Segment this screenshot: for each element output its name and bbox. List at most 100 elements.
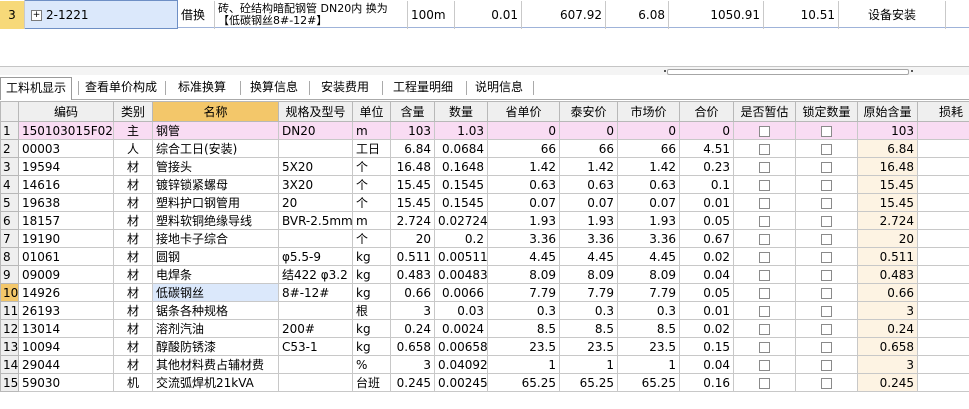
provisional-checkbox[interactable]: [759, 287, 770, 299]
lock-qty-checkbox[interactable]: [821, 287, 832, 299]
cell-taian-price[interactable]: 3.36: [559, 229, 618, 248]
tab-labor-material-machine[interactable]: 工料机显示: [0, 77, 72, 100]
cell-quantity[interactable]: 0.00245: [434, 373, 488, 392]
cell-code[interactable]: 01061: [18, 247, 114, 266]
cell-name[interactable]: 低碳钢丝: [152, 283, 279, 302]
cell-name[interactable]: 溶剂汽油: [152, 319, 279, 338]
lock-qty-checkbox[interactable]: [821, 215, 832, 227]
table-row[interactable]: 618157材塑料软铜绝缘导线BVR-2.5mm2m2.7240.027241.…: [0, 211, 969, 230]
expand-icon[interactable]: +: [31, 9, 42, 21]
cell-name[interactable]: 塑料软铜绝缘导线: [152, 211, 279, 230]
cell-unit[interactable]: kg: [352, 337, 391, 356]
cell-unit[interactable]: kg: [352, 265, 391, 284]
cell-original-content[interactable]: 103: [857, 121, 918, 140]
cell-spec[interactable]: [278, 301, 353, 320]
cell-quantity[interactable]: 0.00483: [434, 265, 488, 284]
cell-spec[interactable]: BVR-2.5mm2: [278, 211, 353, 230]
cell-total[interactable]: 0.23: [679, 157, 734, 176]
cell-code[interactable]: 19638: [18, 193, 114, 212]
table-row[interactable]: 14 29044 材其他材料费占辅材费% 3 0.04092 1 1 1 0.04 3: [0, 355, 969, 374]
cell-name[interactable]: 综合工日(安装): [152, 139, 279, 158]
cell-category[interactable]: 材: [113, 247, 153, 266]
table-row[interactable]: 3 19594 材管接头 5X20 个 16.48 0.1648 1.42 1.42 1.42 0.…: [0, 157, 969, 176]
cell-total[interactable]: 0.05: [679, 283, 734, 302]
cell-quantity[interactable]: 0.1545: [434, 193, 488, 212]
table-row[interactable]: 5 19638 材塑料护口钢管用 20 个 15.45 0.1545 0.07 0.07 0.07…: [0, 193, 969, 212]
provisional-checkbox[interactable]: [759, 323, 770, 335]
cell-total[interactable]: 0.05: [679, 211, 734, 230]
cell-taian-price[interactable]: 1.42: [559, 157, 618, 176]
cell-spec[interactable]: 3X20: [278, 175, 353, 194]
table-row[interactable]: 1 150103015F02 主钢管 DN20 m 103 1.03 0 0 0 0 103: [0, 121, 969, 140]
tab-conversion-info[interactable]: 换算信息: [244, 77, 304, 98]
cell-market-price[interactable]: 1: [617, 355, 680, 374]
cell-original-content[interactable]: 6.84: [857, 139, 918, 158]
table-row[interactable]: 8 01061 材圆钢 φ5.5-9 kg 0.511 0.00511 4.45 4.45 4.4…: [0, 247, 969, 266]
lock-qty-checkbox[interactable]: [821, 305, 832, 317]
cell-taian-price[interactable]: 1.93: [559, 211, 618, 230]
item-code-cell[interactable]: +2-1221: [24, 0, 178, 29]
cell-category[interactable]: 人: [113, 139, 153, 158]
cell-market-price[interactable]: 4.45: [617, 247, 680, 266]
cell-code[interactable]: 09009: [18, 265, 114, 284]
cell-content[interactable]: 15.45: [390, 193, 435, 212]
cell-name[interactable]: 电焊条: [152, 265, 279, 284]
cell-category[interactable]: 材: [113, 229, 153, 248]
provisional-checkbox[interactable]: [759, 143, 770, 155]
cell-category[interactable]: 材: [113, 175, 153, 194]
table-row[interactable]: 4 14616 材镀锌锁紧螺母 3X20 个 15.45 0.1545 0.63 0.63 0.6…: [0, 175, 969, 194]
cell-category[interactable]: 主: [113, 121, 153, 140]
col-header-name[interactable]: 名称: [152, 101, 279, 122]
cell-province-price[interactable]: 8.5: [487, 319, 560, 338]
col-header-original-content[interactable]: 原始含量: [857, 101, 918, 122]
cell-original-content[interactable]: 20: [857, 229, 918, 248]
cell-unit[interactable]: kg: [352, 283, 391, 302]
table-row[interactable]: 13 10094 材醇酸防锈漆 C53-1 kg 0.658 0.00658 23.5 23.5…: [0, 337, 969, 356]
cell-market-price[interactable]: 0: [617, 121, 680, 140]
cell-unit[interactable]: 个: [352, 157, 391, 176]
cell-original-content[interactable]: 0.24: [857, 319, 918, 338]
cell-province-price[interactable]: 8.09: [487, 265, 560, 284]
cell-code[interactable]: 13014: [18, 319, 114, 338]
cell-unit[interactable]: %: [352, 355, 391, 374]
cell-taian-price[interactable]: 8.5: [559, 319, 618, 338]
cell-quantity[interactable]: 0.1648: [434, 157, 488, 176]
cell-market-price[interactable]: 65.25: [617, 373, 680, 392]
lock-qty-checkbox[interactable]: [821, 251, 832, 263]
cell-spec[interactable]: 结422 φ3.2: [278, 265, 353, 284]
cell-total[interactable]: 0.02: [679, 247, 734, 266]
cell-total[interactable]: 0.04: [679, 265, 734, 284]
cell-code[interactable]: 150103015F02: [18, 121, 114, 140]
cell-code[interactable]: 59030: [18, 373, 114, 392]
cell-province-price[interactable]: 0.07: [487, 193, 560, 212]
row-number[interactable]: 10: [0, 283, 19, 302]
cell-original-content[interactable]: 3: [857, 355, 918, 374]
table-row[interactable]: 2 00003 人综合工日(安装) 工日 6.84 0.0684 66 66 66 4.51 6.8…: [0, 139, 969, 158]
upper-grid-current-row[interactable]: 3 +2-1221 借换 砖、砼结构暗配钢管 DN20内 换为【低碳钢丝8#-1…: [0, 0, 969, 29]
cell-spec[interactable]: [278, 139, 353, 158]
cell-market-price[interactable]: 7.79: [617, 283, 680, 302]
cell-name[interactable]: 交流弧焊机21kVA: [152, 373, 279, 392]
cell-taian-price[interactable]: 8.09: [559, 265, 618, 284]
cell-taian-price[interactable]: 0.63: [559, 175, 618, 194]
table-row[interactable]: 15+59030机交流弧焊机21kVA台班0.2450.0024565.2565…: [0, 373, 969, 392]
cell-spec[interactable]: [278, 355, 353, 374]
cell-original-content[interactable]: 2.724: [857, 211, 918, 230]
cell-loss[interactable]: [917, 157, 969, 176]
cell-total[interactable]: 0.01: [679, 193, 734, 212]
cell-unit[interactable]: m: [352, 121, 391, 140]
provisional-checkbox[interactable]: [759, 215, 770, 227]
cell-category[interactable]: 材: [113, 265, 153, 284]
table-row[interactable]: 12 13014 材溶剂汽油 200# kg 0.24 0.0024 8.5 8.5 8.5 0.0…: [0, 319, 969, 338]
cell-quantity[interactable]: 0.04092: [434, 355, 488, 374]
row-number[interactable]: 5: [0, 193, 19, 212]
cell-category[interactable]: 材: [113, 157, 153, 176]
cell-unit[interactable]: 个: [352, 193, 391, 212]
cell-total[interactable]: 0.02: [679, 319, 734, 338]
cell-market-price[interactable]: 0.63: [617, 175, 680, 194]
cell-code[interactable]: 18157: [18, 211, 114, 230]
cell-content[interactable]: 16.48: [390, 157, 435, 176]
cell-spec[interactable]: 8#-12#: [278, 283, 353, 302]
cell-unit[interactable]: 个: [352, 229, 391, 248]
cell-name[interactable]: 塑料护口钢管用: [152, 193, 279, 212]
